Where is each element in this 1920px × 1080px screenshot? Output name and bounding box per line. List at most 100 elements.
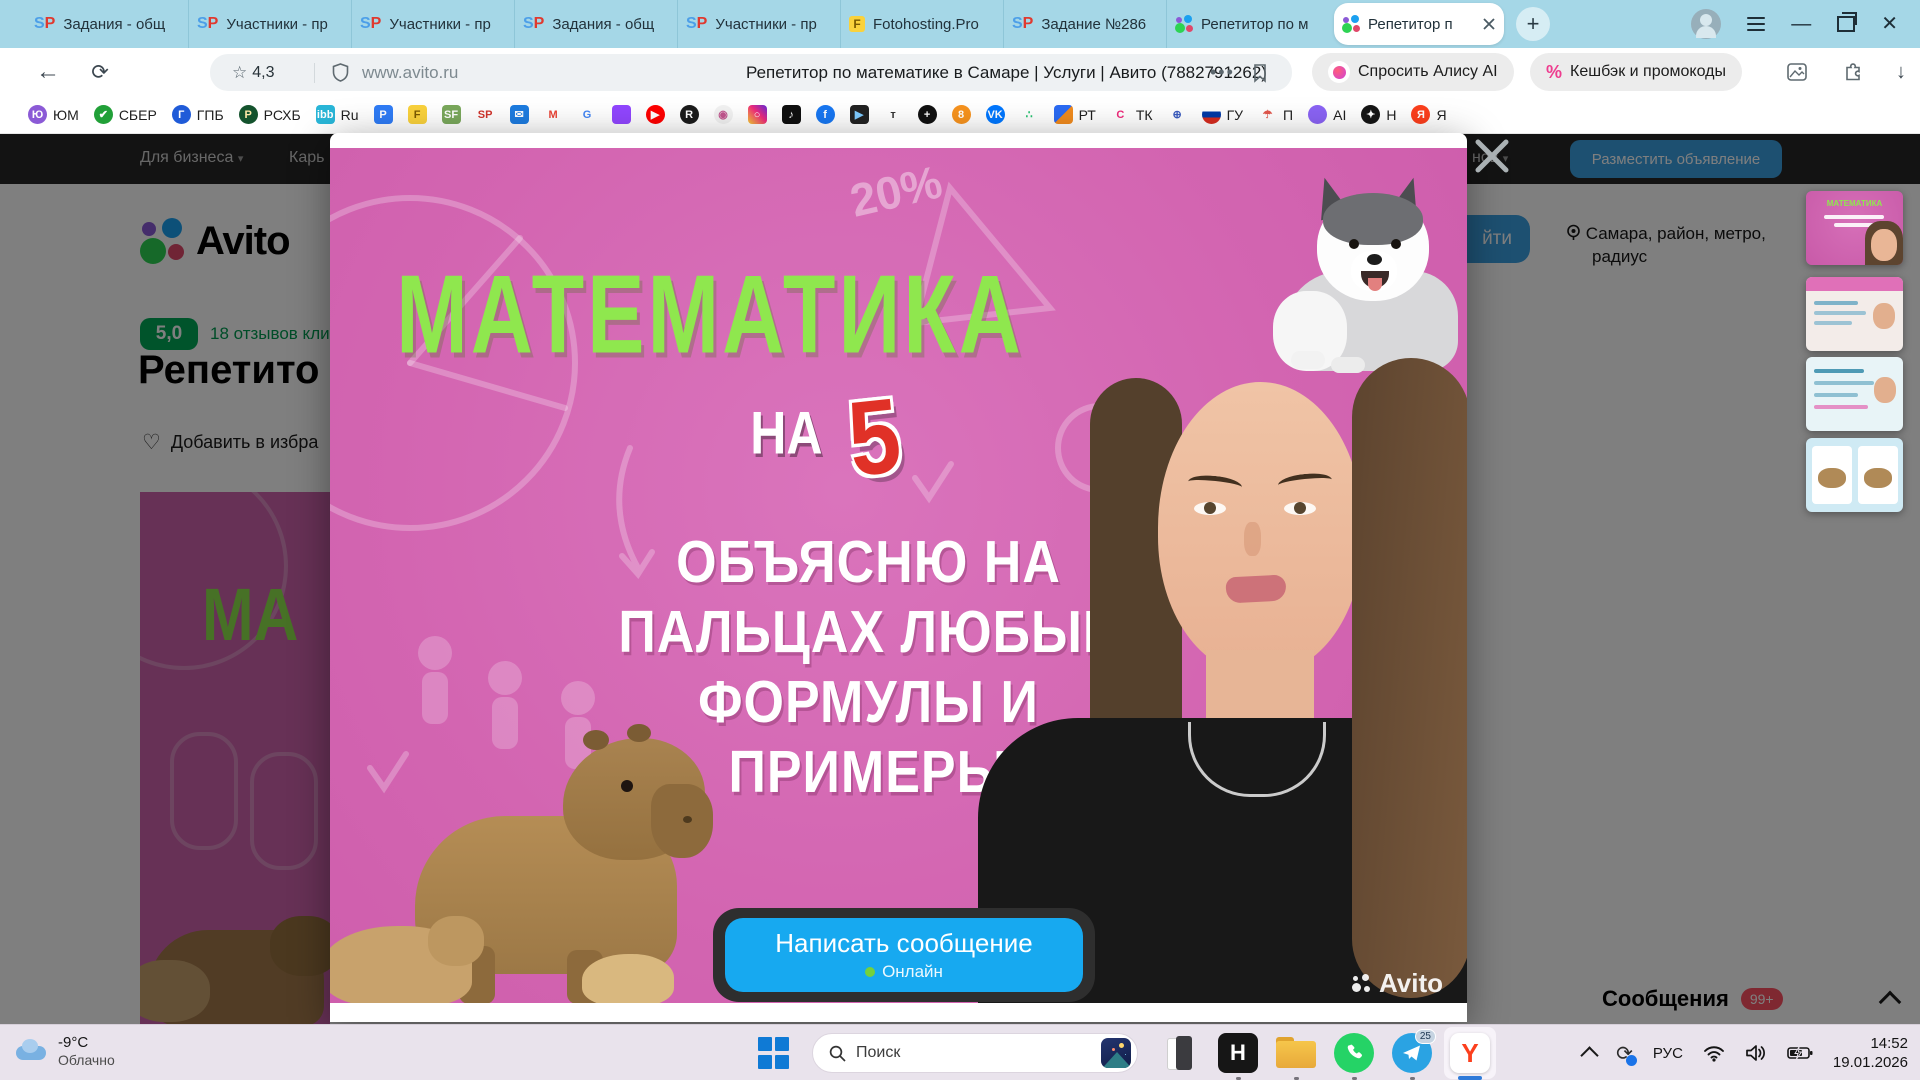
gallery-thumbnail-1[interactable]: МАТЕМАТИКА xyxy=(1806,191,1903,265)
search-highlight-image[interactable] xyxy=(1101,1038,1131,1068)
ask-alice-button[interactable]: Спросить Алису AI xyxy=(1312,53,1514,91)
bookmark-favicon: ⊕ xyxy=(1168,105,1187,124)
bookmark-item[interactable]: P xyxy=(374,105,393,124)
bookmark-item[interactable]: ◉ xyxy=(714,105,733,124)
taskbar-app-hh[interactable]: H xyxy=(1216,1031,1260,1075)
bookmark-item[interactable]: C ТК xyxy=(1111,105,1153,124)
taskbar-weather-widget[interactable]: -9°CОблачно xyxy=(14,1033,115,1069)
taskbar-search-box[interactable]: Поиск xyxy=(812,1033,1138,1073)
bookmark-item[interactable]: SP xyxy=(476,105,495,124)
profile-avatar[interactable] xyxy=(1691,9,1721,39)
bookmark-favicon xyxy=(1202,105,1221,124)
bookmark-item[interactable]: ∴ xyxy=(1020,105,1039,124)
maximize-button[interactable] xyxy=(1837,16,1855,32)
bookmark-flag-icon[interactable] xyxy=(1252,54,1268,91)
bookmark-item[interactable]: Ю ЮМ xyxy=(28,105,79,124)
back-button[interactable]: ← xyxy=(30,48,66,96)
tab-7[interactable]: SPЗадание №286 xyxy=(1004,0,1167,48)
active-app-indicator xyxy=(1458,1076,1482,1080)
clock[interactable]: 14:52 19.01.2026 xyxy=(1833,1034,1908,1072)
tab-6[interactable]: FFotohosting.Pro xyxy=(841,0,1004,48)
browser-tab-strip: SP Задания - общ SPУчастники - пр SPУчаст… xyxy=(0,0,1920,48)
close-window-button[interactable]: ✕ xyxy=(1881,14,1898,34)
minimize-button[interactable]: — xyxy=(1791,14,1811,34)
bookmark-item[interactable]: 8 xyxy=(952,105,971,124)
more-icon[interactable]: ••• xyxy=(1210,54,1235,91)
bookmark-item[interactable]: ▶ xyxy=(646,105,665,124)
tray-chevron-icon[interactable] xyxy=(1580,1046,1598,1064)
tab-close-icon[interactable] xyxy=(1482,17,1496,31)
bookmark-item[interactable]: ☂ П xyxy=(1258,105,1293,124)
gallery-thumbnail-3[interactable] xyxy=(1806,357,1903,431)
screenshot-icon[interactable] xyxy=(1782,48,1812,96)
volume-icon[interactable] xyxy=(1745,1044,1767,1062)
bookmark-item[interactable]: РТ xyxy=(1054,105,1096,124)
sp-favicon: SP xyxy=(523,15,544,33)
new-tab-button[interactable]: + xyxy=(1516,7,1550,41)
write-message-button[interactable]: Написать сообщение Онлайн xyxy=(725,918,1083,992)
bookmark-item[interactable]: ibb Ru xyxy=(316,105,359,124)
tab-2[interactable]: SPУчастники - пр xyxy=(189,0,352,48)
bookmark-item[interactable]: f xyxy=(816,105,835,124)
bookmark-item[interactable]: ♪ xyxy=(782,105,801,124)
start-button[interactable] xyxy=(758,1037,790,1069)
window-controls: — ✕ xyxy=(1691,9,1920,39)
bookmark-item[interactable]: ГУ xyxy=(1202,105,1243,124)
taskbar-app-yandex-browser[interactable]: Y xyxy=(1444,1027,1496,1079)
bookmark-item[interactable]: ⊕ xyxy=(1168,105,1187,124)
windows-taskbar: -9°CОблачно Поиск H 25 Y ⟳ РУС 14:5 xyxy=(0,1024,1920,1080)
bookmark-item[interactable]: AI xyxy=(1308,105,1346,124)
bookmarks-bar: Ю ЮМ ✔ СБЕР Г ГПБ Р РСХБ ibb Ru P F S xyxy=(0,96,1920,134)
taskbar-app-phone[interactable] xyxy=(1158,1031,1202,1075)
tab-4[interactable]: SP Задания - общ xyxy=(515,0,678,48)
bookmark-label: Я xyxy=(1436,107,1446,123)
bookmark-item[interactable]: ▶ xyxy=(850,105,869,124)
wifi-icon[interactable] xyxy=(1703,1045,1725,1062)
ad-image[interactable]: 20% МАТЕМАТИКА НА5 ОБЪЯСНЮ НА ПАЛЬЦАХ ЛЮ… xyxy=(330,148,1467,1003)
tab-label: Fotohosting.Pro xyxy=(873,16,995,33)
tab-8[interactable]: Репетитор по м xyxy=(1167,0,1330,48)
bookmark-item[interactable]: + xyxy=(918,105,937,124)
tab-active[interactable]: Репетитор п xyxy=(1334,3,1504,45)
tab-1[interactable]: SPЗадания - общ xyxy=(26,0,189,48)
downloads-icon[interactable]: ↓ xyxy=(1886,48,1916,96)
bookmark-item[interactable]: т xyxy=(884,105,903,124)
extensions-puzzle-icon[interactable] xyxy=(1838,48,1868,96)
taskbar-app-telegram[interactable]: 25 xyxy=(1390,1031,1434,1075)
taskbar-app-whatsapp[interactable] xyxy=(1332,1031,1376,1075)
bookmark-label: РТ xyxy=(1079,107,1096,123)
lightbox-close-button[interactable] xyxy=(1470,134,1514,178)
bookmark-item[interactable]: G xyxy=(578,105,597,124)
bookmark-item[interactable]: Я Я xyxy=(1411,105,1446,124)
tab-5[interactable]: SPУчастники - пр xyxy=(678,0,841,48)
bookmark-item[interactable]: Г ГПБ xyxy=(172,105,224,124)
bookmark-item[interactable]: VK xyxy=(986,105,1005,124)
bookmark-item[interactable]: M xyxy=(544,105,563,124)
bookmark-item[interactable]: ✉ xyxy=(510,105,529,124)
battery-icon[interactable] xyxy=(1787,1046,1813,1060)
refresh-button[interactable]: ⟳ xyxy=(82,48,118,96)
cashback-button[interactable]: % Кешбэк и промокоды xyxy=(1530,53,1742,91)
bookmark-item[interactable]: Р РСХБ xyxy=(239,105,301,124)
bookmark-item[interactable]: F xyxy=(408,105,427,124)
search-icon xyxy=(829,1045,846,1062)
tab-label: Задания - общ xyxy=(552,16,669,33)
gallery-thumbnail-2[interactable] xyxy=(1806,277,1903,351)
bookmark-item[interactable]: R xyxy=(680,105,699,124)
tab-3[interactable]: SPУчастники - пр xyxy=(352,0,515,48)
taskbar-app-explorer[interactable] xyxy=(1274,1031,1318,1075)
online-status-dot xyxy=(865,967,875,977)
bookmark-item[interactable]: ✔ СБЕР xyxy=(94,105,157,124)
menu-icon[interactable] xyxy=(1747,17,1765,31)
language-indicator[interactable]: РУС xyxy=(1653,1045,1683,1062)
bookmark-item[interactable] xyxy=(612,105,631,124)
security-shield-icon[interactable] xyxy=(332,54,349,91)
bookmark-label: ГПБ xyxy=(197,107,224,123)
address-bar[interactable]: ☆4,3 www.avito.ru Репетитор по математик… xyxy=(210,54,1292,91)
sync-tray-icon[interactable]: ⟳ xyxy=(1616,1041,1633,1066)
bookmark-item[interactable]: SF xyxy=(442,105,461,124)
gallery-thumbnail-4[interactable] xyxy=(1806,438,1903,512)
bookmark-favicon: C xyxy=(1111,105,1130,124)
bookmark-item[interactable]: ○ xyxy=(748,105,767,124)
bookmark-item[interactable]: ✦ Н xyxy=(1361,105,1396,124)
